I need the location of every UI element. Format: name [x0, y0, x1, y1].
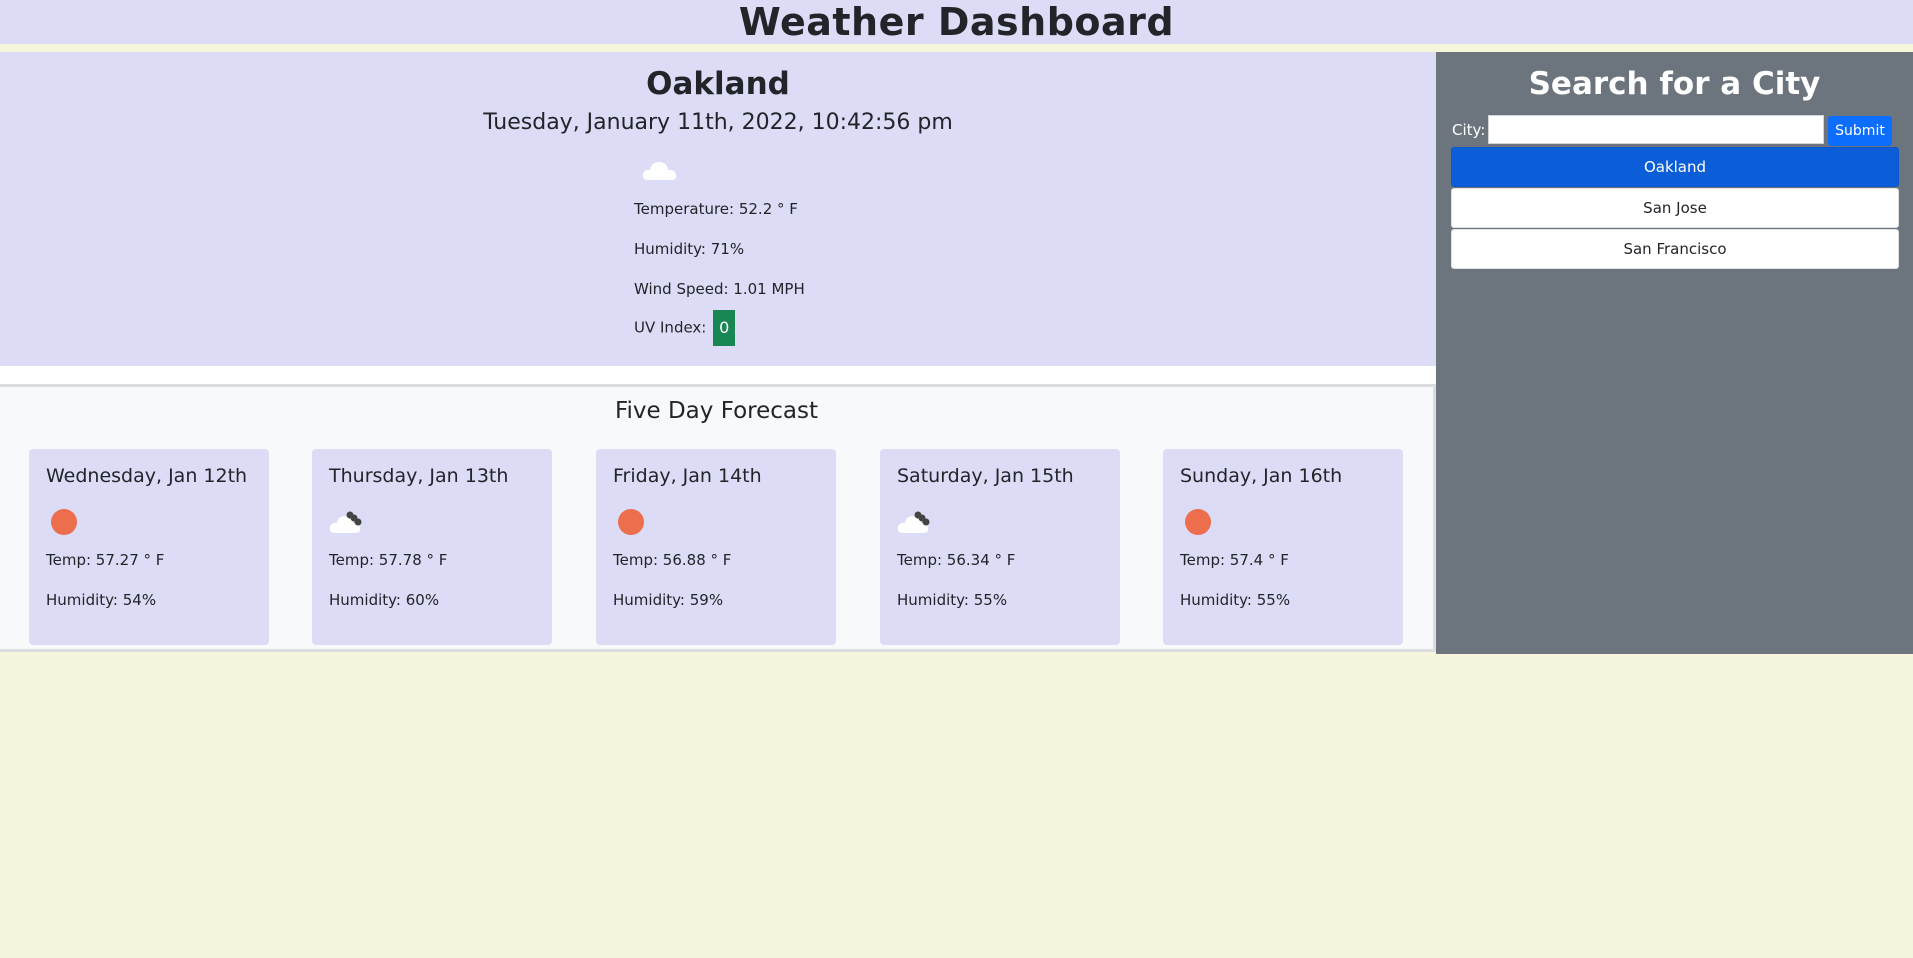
forecast-day: Sunday, Jan 16th [1180, 465, 1343, 487]
current-wind-speed: Wind Speed: 1.01 MPH [634, 280, 805, 298]
page-title: Weather Dashboard [738, 0, 1175, 44]
city-search-input[interactable] [1488, 115, 1824, 144]
cloud-icon [640, 156, 680, 186]
forecast-humidity: Humidity: 54% [46, 591, 157, 609]
sun-icon [612, 505, 652, 539]
forecast-temp: Temp: 57.78 ° F [329, 551, 448, 569]
forecast-temp: Temp: 56.34 ° F [897, 551, 1016, 569]
forecast-humidity: Humidity: 59% [613, 591, 724, 609]
forecast-temp: Temp: 56.88 ° F [613, 551, 732, 569]
forecast-temp: Temp: 57.27 ° F [46, 551, 165, 569]
forecast-card: Friday, Jan 14th Temp: 56.88 ° F Humidit… [596, 449, 836, 645]
forecast-day: Friday, Jan 14th [613, 465, 762, 487]
current-date: Tuesday, January 11th, 2022, 10:42:56 pm [483, 110, 953, 135]
forecast-humidity: Humidity: 55% [897, 591, 1008, 609]
forecast-day: Wednesday, Jan 12th [46, 465, 248, 487]
forecast-humidity: Humidity: 60% [329, 591, 440, 609]
current-humidity: Humidity: 71% [634, 240, 745, 258]
forecast-day: Thursday, Jan 13th [329, 465, 509, 487]
current-temperature: Temperature: 52.2 ° F [634, 200, 798, 218]
uv-index-badge: 0 [713, 310, 736, 346]
forecast-title: Five Day Forecast [614, 398, 819, 424]
current-uv-row: UV Index: 0 [634, 310, 736, 346]
cloud-icon [328, 505, 368, 539]
history-item-san-jose[interactable]: San Jose [1451, 188, 1899, 228]
forecast-temp: Temp: 57.4 ° F [1180, 551, 1289, 569]
five-day-forecast: Five Day Forecast Wednesday, Jan 12th Te… [0, 384, 1436, 652]
search-sidebar: Search for a City City: Submit Oakland S… [1436, 52, 1913, 654]
history-item-oakland[interactable]: Oakland [1451, 147, 1899, 187]
cloud-icon [896, 505, 936, 539]
app-header: Weather Dashboard [0, 0, 1913, 44]
forecast-card: Wednesday, Jan 12th Temp: 57.27 ° F Humi… [29, 449, 269, 645]
uv-label: UV Index: [634, 318, 707, 337]
forecast-card: Sunday, Jan 16th Temp: 57.4 ° F Humidity… [1163, 449, 1403, 645]
history-item-san-francisco[interactable]: San Francisco [1451, 229, 1899, 269]
submit-button[interactable]: Submit [1828, 116, 1892, 146]
forecast-card: Thursday, Jan 13th Temp: 57.78 ° F Humid… [312, 449, 552, 645]
forecast-card: Saturday, Jan 15th Temp: 56.34 ° F Humid… [880, 449, 1120, 645]
forecast-day: Saturday, Jan 15th [897, 465, 1074, 487]
current-weather-panel: Oakland Tuesday, January 11th, 2022, 10:… [0, 52, 1436, 366]
city-input-label: City: [1452, 121, 1486, 139]
current-city-name: Oakland [646, 66, 790, 102]
forecast-humidity: Humidity: 55% [1180, 591, 1291, 609]
search-title: Search for a City [1528, 66, 1821, 102]
sun-icon [45, 505, 85, 539]
section-divider [0, 366, 1436, 384]
sun-icon [1179, 505, 1219, 539]
